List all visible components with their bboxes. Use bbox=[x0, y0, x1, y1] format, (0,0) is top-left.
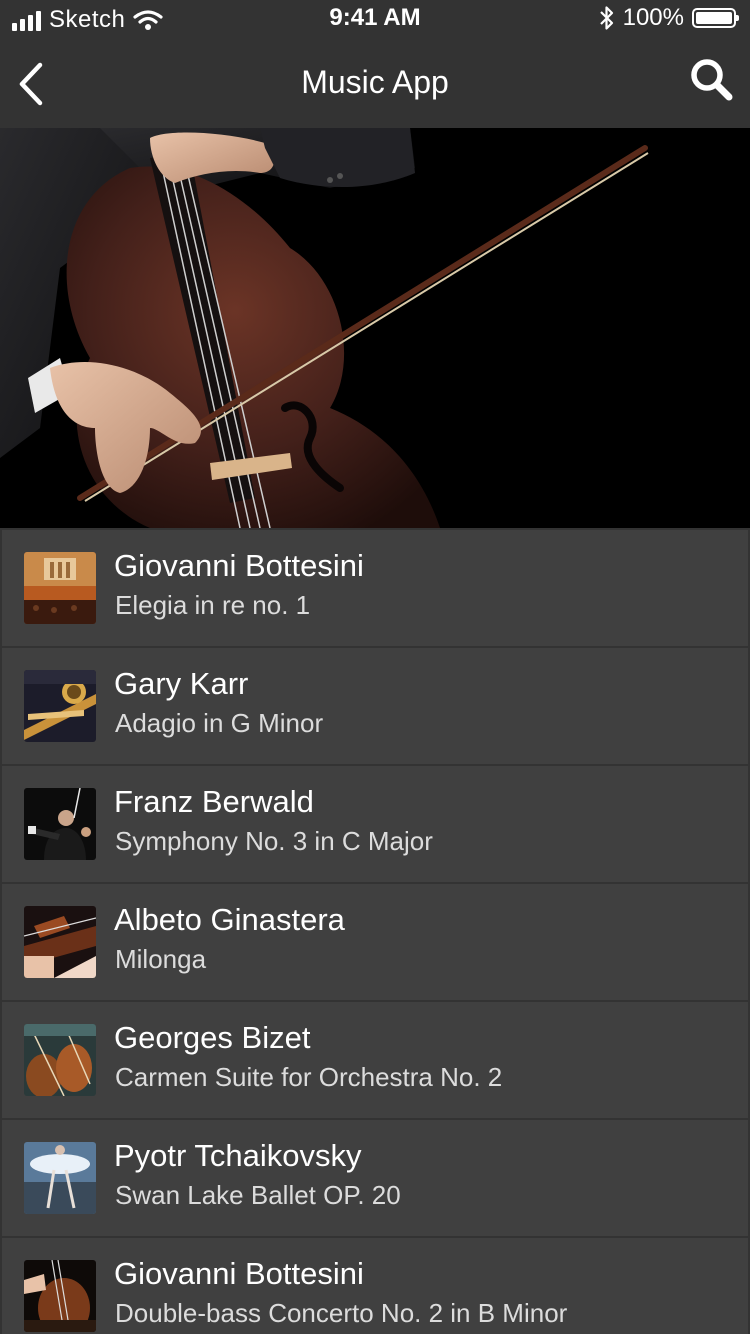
status-bar: Sketch 9:41 AM 100% bbox=[0, 0, 750, 40]
track-title: Milonga bbox=[115, 944, 207, 974]
list-item[interactable]: Albeto Ginastera Milonga bbox=[0, 884, 750, 1002]
cello-player-photo bbox=[0, 128, 750, 528]
hero-banner bbox=[0, 128, 750, 528]
search-icon bbox=[691, 59, 733, 101]
track-artist: Albeto Ginastera bbox=[114, 902, 345, 937]
bluetooth-icon bbox=[599, 6, 613, 30]
track-artist: Georges Bizet bbox=[114, 1020, 311, 1055]
violinists-thumbnail bbox=[24, 906, 96, 978]
list-item[interactable]: Franz Berwald Symphony No. 3 in C Major bbox=[0, 766, 750, 884]
battery-fill bbox=[696, 12, 732, 24]
track-title: Swan Lake Ballet OP. 20 bbox=[115, 1180, 401, 1210]
track-title: Carmen Suite for Orchestra No. 2 bbox=[115, 1062, 503, 1092]
conductor-thumbnail bbox=[24, 788, 96, 860]
track-artist: Franz Berwald bbox=[114, 784, 314, 819]
music-app-screen: Sketch 9:41 AM 100% Music App Giovanni B… bbox=[0, 0, 750, 1334]
track-artist: Giovanni Bottesini bbox=[114, 1256, 364, 1291]
list-item[interactable]: Giovanni Bottesini Double-bass Concerto … bbox=[0, 1238, 750, 1334]
track-title: Double-bass Concerto No. 2 in B Minor bbox=[115, 1298, 568, 1328]
concert-hall-thumbnail bbox=[24, 552, 96, 624]
track-title: Adagio in G Minor bbox=[115, 708, 324, 738]
track-title: Symphony No. 3 in C Major bbox=[115, 826, 433, 856]
list-item[interactable]: Pyotr Tchaikovsky Swan Lake Ballet OP. 2… bbox=[0, 1120, 750, 1238]
track-title: Elegia in re no. 1 bbox=[115, 590, 311, 620]
list-item[interactable]: Giovanni Bottesini Elegia in re no. 1 bbox=[0, 528, 750, 648]
track-artist: Giovanni Bottesini bbox=[114, 548, 364, 583]
page-title: Music App bbox=[301, 64, 449, 100]
double-bass-thumbnail bbox=[24, 1260, 96, 1332]
ballet-thumbnail bbox=[24, 1142, 96, 1214]
nav-bar: Music App bbox=[0, 40, 750, 128]
status-right: 100% bbox=[599, 4, 739, 32]
search-button[interactable] bbox=[688, 56, 734, 102]
list-item[interactable]: Gary Karr Adagio in G Minor bbox=[0, 648, 750, 766]
battery-icon bbox=[692, 8, 739, 28]
track-artist: Pyotr Tchaikovsky bbox=[114, 1138, 362, 1173]
battery-percent: 100% bbox=[622, 4, 684, 31]
list-item[interactable]: Georges Bizet Carmen Suite for Orchestra… bbox=[0, 1002, 750, 1120]
brass-instruments-thumbnail bbox=[24, 670, 96, 742]
cellos-thumbnail bbox=[24, 1024, 96, 1096]
track-list: Giovanni Bottesini Elegia in re no. 1 Ga… bbox=[0, 528, 750, 1334]
track-artist: Gary Karr bbox=[114, 666, 249, 701]
